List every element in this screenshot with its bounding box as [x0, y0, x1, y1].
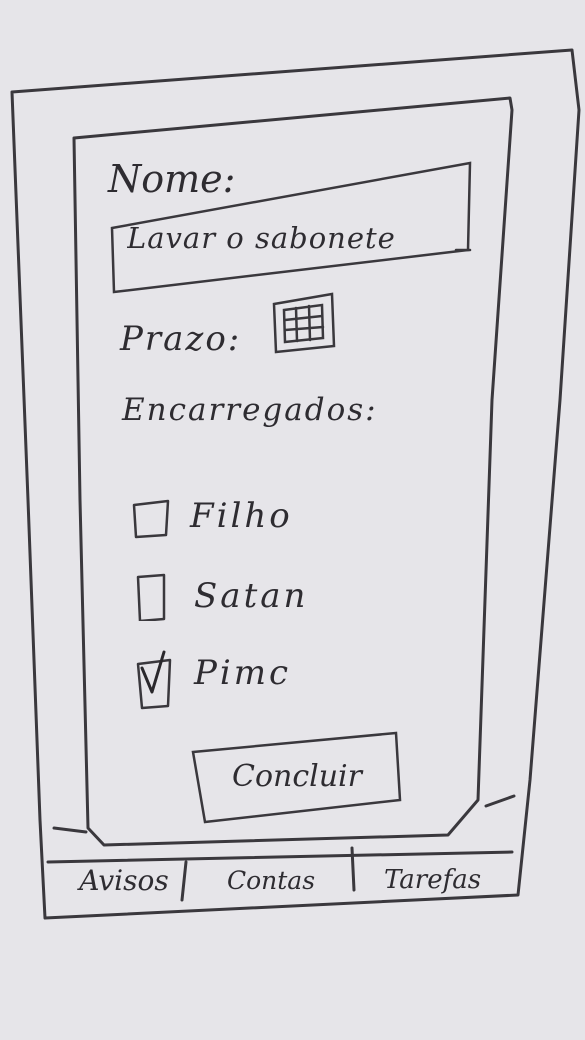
assignee-pimc: Pimc: [134, 645, 292, 710]
assignee-filho: Filho: [130, 488, 293, 544]
assignee-filho-label: Filho: [190, 496, 293, 536]
name-input[interactable]: [113, 193, 468, 283]
assignee-satan-checkbox[interactable]: [134, 571, 176, 623]
tab-tarefas[interactable]: Tarefas: [360, 858, 505, 902]
assignee-pimc-label: Pimc: [194, 653, 292, 693]
calendar-icon: [272, 292, 336, 354]
assignee-pimc-checkbox[interactable]: [134, 648, 176, 710]
tab-contas[interactable]: Contas: [196, 858, 346, 902]
assignees-label: Encarregados:: [122, 392, 378, 428]
assignee-satan-label: Satan: [194, 576, 309, 616]
checkmark-icon: [140, 650, 166, 694]
tab-avisos[interactable]: Avisos: [62, 858, 186, 902]
deadline-label: Prazo:: [120, 319, 242, 359]
calendar-button[interactable]: [270, 290, 338, 356]
conclude-button[interactable]: Concluir: [192, 735, 402, 817]
assignee-filho-checkbox[interactable]: [130, 491, 172, 541]
assignee-satan: Satan: [134, 568, 308, 624]
